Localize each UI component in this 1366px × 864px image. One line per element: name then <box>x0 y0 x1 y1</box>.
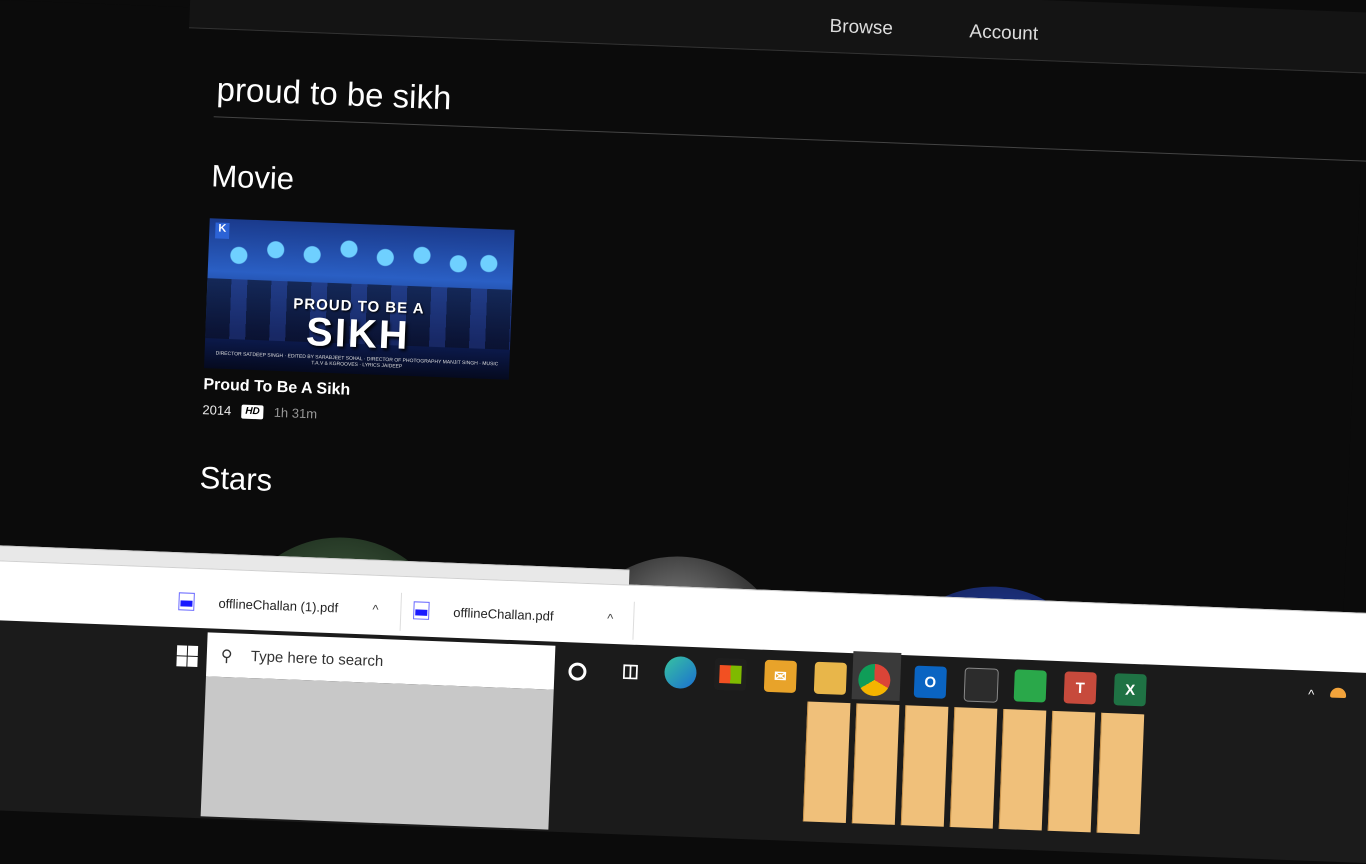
edge-icon[interactable] <box>663 655 698 690</box>
movie-card[interactable]: K PROUD TO BE A SIKH DIRECTOR SATDEEP SI… <box>202 218 515 429</box>
search-panel-shadow <box>200 676 554 830</box>
window-thumbnail[interactable] <box>851 703 900 825</box>
search-query-text[interactable]: proud to be sikh <box>216 70 452 117</box>
movie-poster[interactable]: K PROUD TO BE A SIKH DIRECTOR SATDEEP SI… <box>204 218 515 380</box>
terminal-icon[interactable] <box>963 667 999 703</box>
nav-browse-link[interactable]: Browse <box>829 16 893 40</box>
cortana-icon[interactable] <box>568 662 587 681</box>
search-field[interactable]: proud to be sikh <box>213 68 1366 162</box>
poster-brand-logo: K <box>215 222 230 239</box>
excel-icon[interactable]: X <box>1113 673 1147 707</box>
chevron-up-icon[interactable]: ^ <box>607 610 614 625</box>
taskbar-preview-thumbnails <box>802 701 1157 835</box>
download-filename[interactable]: offlineChallan (1).pdf <box>218 595 358 615</box>
stars-section-title: Stars <box>199 460 273 498</box>
top-navigation: Browse Account <box>189 0 1366 75</box>
onedrive-cloud-icon[interactable] <box>1330 687 1347 699</box>
mail-icon[interactable]: ✉ <box>763 659 798 693</box>
window-thumbnail[interactable] <box>1047 710 1096 833</box>
file-explorer-icon[interactable] <box>813 661 847 695</box>
outlook-icon[interactable]: O <box>913 665 947 699</box>
window-thumbnail[interactable] <box>1096 712 1145 835</box>
window-thumbnail[interactable] <box>802 701 851 824</box>
movie-duration: 1h 31m <box>273 404 318 422</box>
notepad-icon[interactable] <box>1013 669 1047 703</box>
download-item[interactable]: offlineChallan.pdf ^ <box>413 591 630 637</box>
movie-meta: 2014 HD 1h 31m <box>202 402 507 429</box>
taskbar-search-placeholder[interactable]: Type here to search <box>250 648 383 670</box>
tray-chevron-up-icon[interactable]: ^ <box>1308 687 1315 702</box>
nav-account-link[interactable]: Account <box>969 21 1038 46</box>
download-filename[interactable]: offlineChallan.pdf <box>453 604 593 624</box>
download-item[interactable]: offlineChallan (1).pdf ^ <box>178 582 395 628</box>
divider <box>399 592 403 631</box>
window-thumbnail[interactable] <box>900 705 949 827</box>
chevron-up-icon[interactable]: ^ <box>372 601 379 616</box>
teams-icon[interactable]: T <box>1063 671 1097 705</box>
pdf-icon <box>413 601 430 620</box>
hd-badge: HD <box>241 404 265 419</box>
movie-section-title: Movie <box>210 158 295 197</box>
pdf-icon <box>178 592 195 611</box>
search-icon: ⚲ <box>220 647 233 666</box>
movie-year: 2014 <box>202 402 232 419</box>
window-thumbnail[interactable] <box>998 708 1047 831</box>
windows-start-button[interactable] <box>176 645 199 668</box>
task-view-icon[interactable]: ◫ <box>614 654 647 687</box>
store-icon[interactable] <box>713 657 748 692</box>
movie-title[interactable]: Proud To Be A Sikh <box>203 376 508 406</box>
divider <box>632 601 635 640</box>
